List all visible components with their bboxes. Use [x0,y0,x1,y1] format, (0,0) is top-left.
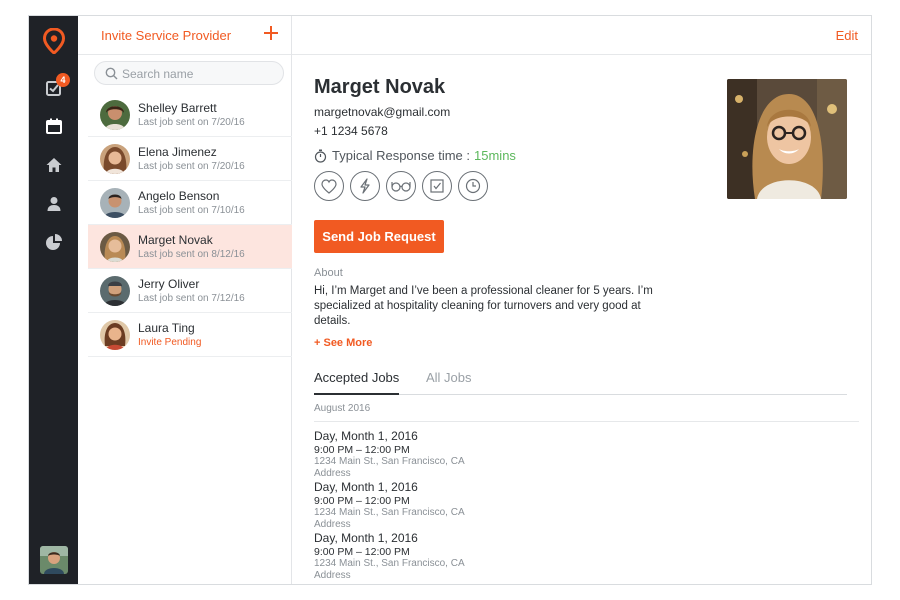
list-item[interactable]: Laura Ting Invite Pending [88,313,292,357]
job-time: 9:00 PM – 12:00 PM [314,546,410,558]
tab-all-jobs[interactable]: All Jobs [426,370,472,385]
clock-icon[interactable] [458,171,488,201]
glasses-icon[interactable] [386,171,416,201]
search-icon [105,67,118,80]
job-list: Day, Month 1, 2016 9:00 PM – 12:00 PM 12… [314,429,714,582]
add-provider-button[interactable] [263,25,279,41]
avatar [100,320,130,350]
list-header: Invite Service Provider [78,16,291,55]
job-row[interactable]: Day, Month 1, 2016 9:00 PM – 12:00 PM 12… [314,531,714,582]
job-address-line2: Address [314,519,351,530]
detail-header: Edit [292,16,871,55]
contact-name: Marget Novak [138,233,213,247]
see-more-link[interactable]: + See More [314,337,372,349]
contact-name: Jerry Oliver [138,277,200,291]
calendar-icon[interactable] [45,117,63,135]
job-time: 9:00 PM – 12:00 PM [314,444,410,456]
contact-status: Invite Pending [138,337,202,348]
response-time: Typical Response time : 15mins [314,148,516,163]
job-address: 1234 Main St., San Francisco, CA [314,558,465,569]
provider-name: Marget Novak [314,76,446,98]
about-label: About [314,267,343,279]
lightning-icon[interactable] [350,171,380,201]
search-box [94,61,284,85]
current-user-avatar[interactable] [40,546,68,574]
avatar [100,232,130,262]
job-address: 1234 Main St., San Francisco, CA [314,456,465,467]
response-value: 15mins [474,148,516,163]
heart-icon[interactable] [314,171,344,201]
provider-email: margetnovak@gmail.com [314,105,451,119]
contact-name: Elena Jimenez [138,145,217,159]
provider-detail-panel: Edit Marget Novak margetnovak@gmail.com … [292,16,871,584]
app-window: 4 Invite Service Provider Search name Sh… [28,15,872,585]
location-pin-icon[interactable] [43,28,65,54]
job-tabs: Accepted Jobs All Jobs [314,368,847,395]
contact-name: Shelley Barrett [138,101,217,115]
list-item[interactable]: Shelley Barrett Last job sent on 7/20/16 [88,93,292,137]
job-time: 9:00 PM – 12:00 PM [314,495,410,507]
job-date: Day, Month 1, 2016 [314,480,418,494]
nav-rail: 4 [29,16,78,584]
skill-badges [314,171,488,201]
pie-chart-icon[interactable] [45,233,63,251]
job-address-line2: Address [314,570,351,581]
tab-accepted-jobs[interactable]: Accepted Jobs [314,370,400,395]
home-icon[interactable] [45,156,63,174]
send-job-request-button[interactable]: Send Job Request [314,220,444,253]
person-icon[interactable] [45,195,63,213]
contact-status: Last job sent on 7/20/16 [138,161,245,172]
provider-list-panel: Invite Service Provider Shelley Barrett … [78,16,292,584]
contact-status: Last job sent on 7/10/16 [138,205,245,216]
list-item[interactable]: Elena Jimenez Last job sent on 7/20/16 [88,137,292,181]
list-title: Invite Service Provider [101,28,232,43]
contact-list: Shelley Barrett Last job sent on 7/20/16… [88,93,292,357]
provider-phone: +1 1234 5678 [314,124,388,138]
avatar [100,144,130,174]
job-date: Day, Month 1, 2016 [314,531,418,545]
contact-status: Last job sent on 7/12/16 [138,293,245,304]
search-input[interactable] [122,66,277,81]
about-text: Hi, I’m Marget and I’ve been a professio… [314,285,653,327]
avatar [100,276,130,306]
stopwatch-icon [314,149,327,163]
response-label: Typical Response time : [332,148,471,163]
avatar [100,100,130,130]
provider-photo [727,79,847,199]
job-row[interactable]: Day, Month 1, 2016 9:00 PM – 12:00 PM 12… [314,480,714,531]
edit-button[interactable]: Edit [836,28,858,43]
job-date: Day, Month 1, 2016 [314,429,418,443]
job-row[interactable]: Day, Month 1, 2016 9:00 PM – 12:00 PM 12… [314,429,714,480]
job-address: 1234 Main St., San Francisco, CA [314,507,465,518]
contact-name: Laura Ting [138,321,195,335]
checkbox-icon[interactable] [422,171,452,201]
contact-name: Angelo Benson [138,189,220,203]
contact-status: Last job sent on 7/20/16 [138,117,245,128]
notification-badge: 4 [56,73,70,87]
job-address-line2: Address [314,468,351,479]
list-item-selected[interactable]: Marget Novak Last job sent on 8/12/16 [88,225,292,269]
list-item[interactable]: Angelo Benson Last job sent on 7/10/16 [88,181,292,225]
contact-status: Last job sent on 8/12/16 [138,249,245,260]
month-heading: August 2016 [314,403,371,414]
avatar [100,188,130,218]
list-item[interactable]: Jerry Oliver Last job sent on 7/12/16 [88,269,292,313]
divider [314,421,859,422]
